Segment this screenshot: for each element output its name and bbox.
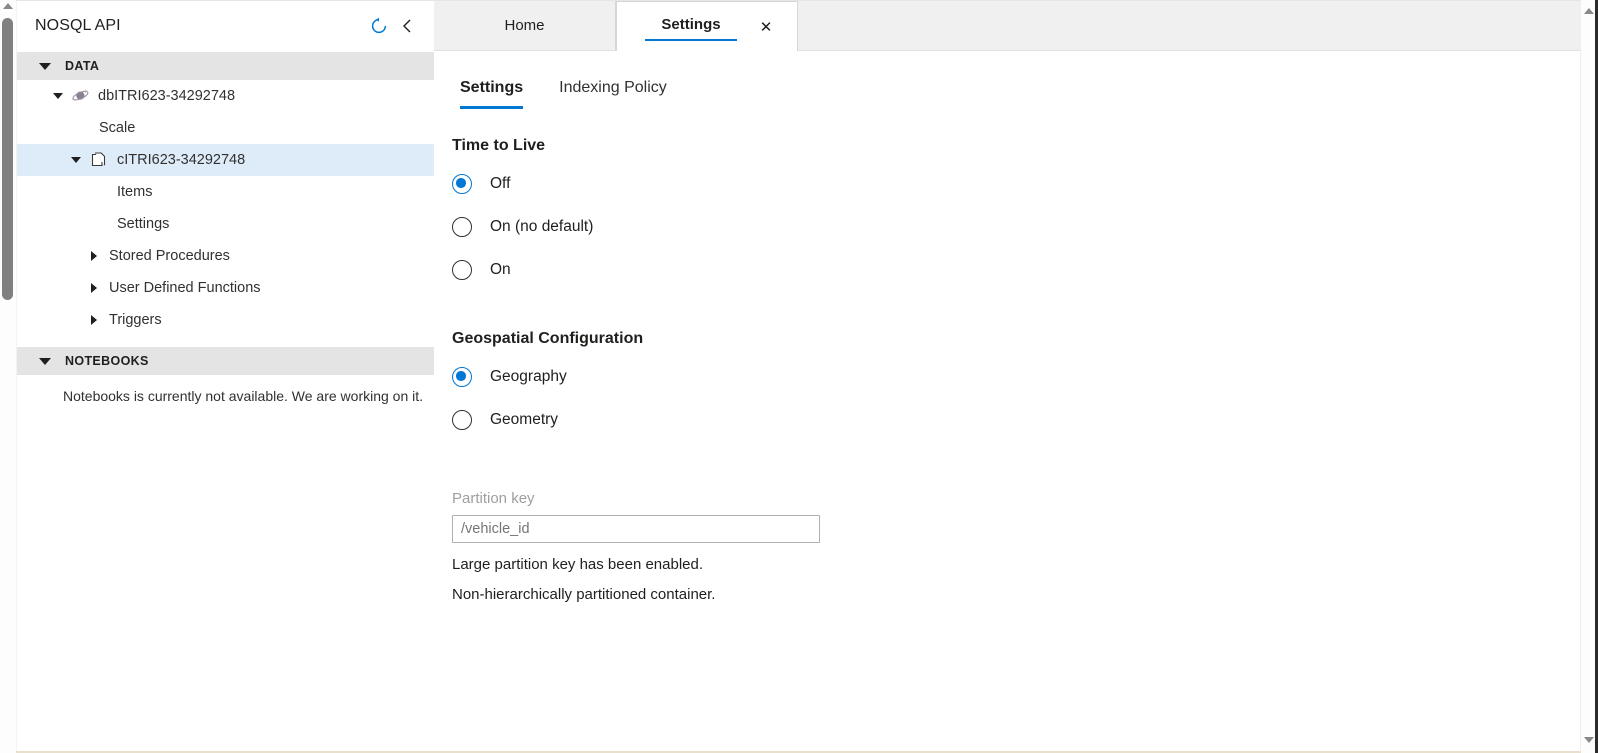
resource-pane: NOSQL API DATA dbITRI623-34292748 Scale … xyxy=(17,0,434,753)
caret-right-icon[interactable] xyxy=(91,251,97,261)
sub-tab-settings[interactable]: Settings xyxy=(460,79,524,113)
section-label: NOTEBOOKS xyxy=(65,354,149,368)
hierarchical-partition-note: Non-hierarchically partitioned container… xyxy=(452,585,716,603)
tab-label: Home xyxy=(504,16,545,34)
caret-down-icon[interactable] xyxy=(71,157,81,163)
ttl-option-on[interactable]: On xyxy=(452,249,1580,292)
tab-home[interactable]: Home xyxy=(434,0,616,50)
page-title: NOSQL API xyxy=(35,17,121,34)
caret-down-icon xyxy=(39,62,51,70)
sub-tab-label: Settings xyxy=(460,79,524,96)
tree-item-label: cITRI623-34292748 xyxy=(117,152,246,168)
tree-item-settings[interactable]: Settings xyxy=(17,208,434,240)
ttl-option-off[interactable]: Off xyxy=(452,163,1580,206)
tab-settings[interactable]: Settings ✕ xyxy=(616,1,798,51)
scroll-up-arrow-icon[interactable] xyxy=(3,3,13,9)
close-icon[interactable]: ✕ xyxy=(755,16,777,38)
main-pane: Home Settings ✕ Settings Indexing Policy xyxy=(434,0,1580,753)
radio-label: On (no default) xyxy=(490,218,594,235)
chevron-left-icon[interactable] xyxy=(394,13,420,39)
tree-item-stored-procedures[interactable]: Stored Procedures xyxy=(17,240,434,272)
radio-button[interactable] xyxy=(452,410,472,430)
sub-tab-indexing-policy[interactable]: Indexing Policy xyxy=(559,79,667,110)
tree-item-label: Scale xyxy=(99,120,136,136)
tree-item-items[interactable]: Items xyxy=(17,176,434,208)
partition-key-input[interactable] xyxy=(452,514,820,543)
tab-active-underline xyxy=(645,38,737,42)
radio-label: Geography xyxy=(490,368,567,385)
scroll-down-arrow-icon[interactable] xyxy=(1584,737,1594,743)
partition-key-label: Partition key xyxy=(452,489,535,507)
left-outer-scrollbar[interactable] xyxy=(0,0,17,753)
app-root: NOSQL API DATA dbITRI623-34292748 Scale … xyxy=(0,0,1598,753)
tree-item-label: User Defined Functions xyxy=(109,280,261,296)
scroll-up-arrow-icon[interactable] xyxy=(1584,8,1594,14)
radio-label: On xyxy=(490,261,511,278)
tree-item-triggers[interactable]: Triggers xyxy=(17,304,434,336)
tree-item-scale[interactable]: Scale xyxy=(17,112,434,144)
caret-right-icon[interactable] xyxy=(91,283,97,293)
tab-label: Settings xyxy=(661,15,721,33)
geospatial-option-geometry[interactable]: Geometry xyxy=(452,399,1580,442)
section-header-notebooks[interactable]: NOTEBOOKS xyxy=(17,347,434,375)
settings-content: Settings Indexing Policy Time to Live Of… xyxy=(434,51,1580,753)
sub-tab-active-underline xyxy=(460,106,524,109)
container-icon xyxy=(89,150,109,170)
resource-tree: dbITRI623-34292748 Scale cITRI623-342927… xyxy=(17,80,434,336)
scrollbar-thumb[interactable] xyxy=(2,18,13,300)
time-to-live-heading: Time to Live xyxy=(452,136,546,154)
section-header-data[interactable]: DATA xyxy=(17,52,434,80)
tree-item-user-defined-functions[interactable]: User Defined Functions xyxy=(17,272,434,304)
refresh-icon[interactable] xyxy=(366,13,392,39)
tree-item-label: Stored Procedures xyxy=(109,248,230,264)
radio-label: Geometry xyxy=(490,411,559,428)
ttl-option-on-no-default[interactable]: On (no default) xyxy=(452,206,1580,249)
settings-form: Time to Live Off On (no default) On Geos… xyxy=(434,113,1580,603)
partition-key-block: Partition key Large partition key has be… xyxy=(452,490,1580,603)
sub-tab-label: Indexing Policy xyxy=(559,79,667,96)
tree-item-database[interactable]: dbITRI623-34292748 xyxy=(17,80,434,112)
tab-bar: Home Settings ✕ xyxy=(434,0,1580,51)
caret-right-icon[interactable] xyxy=(91,315,97,325)
tree-item-label: dbITRI623-34292748 xyxy=(98,88,236,104)
tree-item-label: Items xyxy=(117,184,153,200)
radio-button[interactable] xyxy=(452,217,472,237)
tree-item-container[interactable]: cITRI623-34292748 xyxy=(17,144,434,176)
radio-button[interactable] xyxy=(452,260,472,280)
geospatial-heading: Geospatial Configuration xyxy=(452,329,644,347)
geospatial-option-geography[interactable]: Geography xyxy=(452,356,1580,399)
tab-label-wrap: Settings xyxy=(645,12,737,42)
sub-tab-bar: Settings Indexing Policy xyxy=(434,51,1580,113)
caret-down-icon[interactable] xyxy=(53,93,63,99)
large-partition-key-note: Large partition key has been enabled. xyxy=(452,555,704,573)
tree-item-label: Triggers xyxy=(109,312,162,328)
window-top-border xyxy=(16,0,1581,1)
database-icon xyxy=(71,86,91,106)
tree-item-label: Settings xyxy=(117,216,170,232)
radio-button[interactable] xyxy=(452,367,472,387)
section-label: DATA xyxy=(65,59,100,73)
radio-label: Off xyxy=(490,175,511,192)
resource-pane-header: NOSQL API xyxy=(17,0,434,52)
radio-button[interactable] xyxy=(452,174,472,194)
notebooks-unavailable-message: Notebooks is currently not available. We… xyxy=(63,388,424,404)
caret-down-icon xyxy=(39,357,51,365)
